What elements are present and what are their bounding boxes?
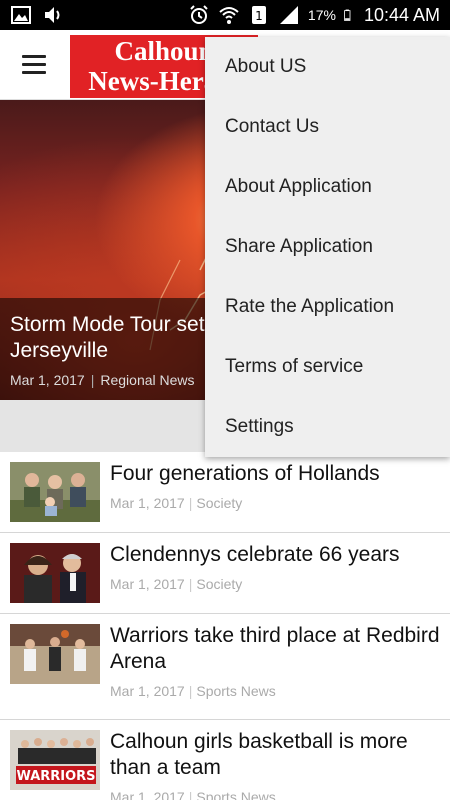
battery-percent: 17% [307, 7, 336, 23]
screen: 1 17% 10:44 AM Calhoun News-Herald Storm… [0, 0, 450, 800]
hero-meta: Mar 1, 2017 | Regional News [10, 372, 195, 388]
news-category: Sports News [196, 683, 276, 699]
news-date: Mar 1, 2017 [110, 495, 185, 511]
news-meta: Mar 1, 2017 | Sports News [110, 683, 276, 699]
menu-item-about-us[interactable]: About US [205, 37, 450, 97]
overflow-menu: About US Contact Us About Application Sh… [205, 37, 450, 457]
status-bar: 1 17% 10:44 AM [0, 0, 450, 30]
news-title: Clendennys celebrate 66 years [110, 543, 400, 566]
news-category: Sports News [196, 789, 276, 800]
news-thumbnail [10, 543, 100, 603]
news-item[interactable]: Clendennys celebrate 66 years Mar 1, 201… [0, 533, 450, 614]
news-title: Four generations of Hollands [110, 462, 380, 485]
hero-date: Mar 1, 2017 [10, 372, 85, 388]
sim-icon: 1 [251, 6, 266, 24]
news-date: Mar 1, 2017 [110, 789, 185, 800]
hamburger-menu-icon[interactable] [22, 55, 48, 75]
news-item[interactable]: Four generations of Hollands Mar 1, 2017… [0, 452, 450, 533]
news-item[interactable]: WARRIORS Calhoun girls basketball is mor… [0, 720, 450, 800]
svg-text:1: 1 [255, 9, 263, 23]
clock-time: 10:44 AM [363, 4, 440, 25]
news-date: Mar 1, 2017 [110, 683, 185, 699]
wifi-icon [219, 7, 239, 24]
menu-item-share-application[interactable]: Share Application [205, 217, 450, 277]
menu-item-terms-of-service[interactable]: Terms of service [205, 337, 450, 397]
alarm-icon [190, 5, 208, 24]
news-item[interactable]: Warriors take third place at Redbird Are… [0, 614, 450, 720]
menu-item-contact-us[interactable]: Contact Us [205, 97, 450, 157]
news-meta: Mar 1, 2017 | Society [110, 495, 243, 511]
news-meta: Mar 1, 2017 | Society [110, 576, 243, 592]
news-category: Society [196, 576, 243, 592]
menu-item-about-application[interactable]: About Application [205, 157, 450, 217]
volume-icon [45, 7, 60, 23]
news-thumbnail: WARRIORS [10, 730, 100, 790]
signal-icon [279, 6, 298, 24]
news-title: Warriors take third place at Redbird Are… [110, 624, 440, 673]
svg-text:WARRIORS: WARRIORS [16, 769, 95, 784]
news-title: Calhoun girls basketball is more than a … [110, 730, 408, 779]
menu-item-settings[interactable]: Settings [205, 397, 450, 457]
hero-category: Regional News [100, 372, 195, 388]
news-thumbnail [10, 624, 100, 684]
news-meta: Mar 1, 2017 | Sports News [110, 789, 276, 800]
news-date: Mar 1, 2017 [110, 576, 185, 592]
menu-item-rate-application[interactable]: Rate the Application [205, 277, 450, 337]
news-thumbnail [10, 462, 100, 522]
battery-icon [344, 9, 351, 21]
news-category: Society [196, 495, 243, 511]
news-list: Four generations of Hollands Mar 1, 2017… [0, 452, 450, 800]
image-icon [11, 6, 31, 24]
